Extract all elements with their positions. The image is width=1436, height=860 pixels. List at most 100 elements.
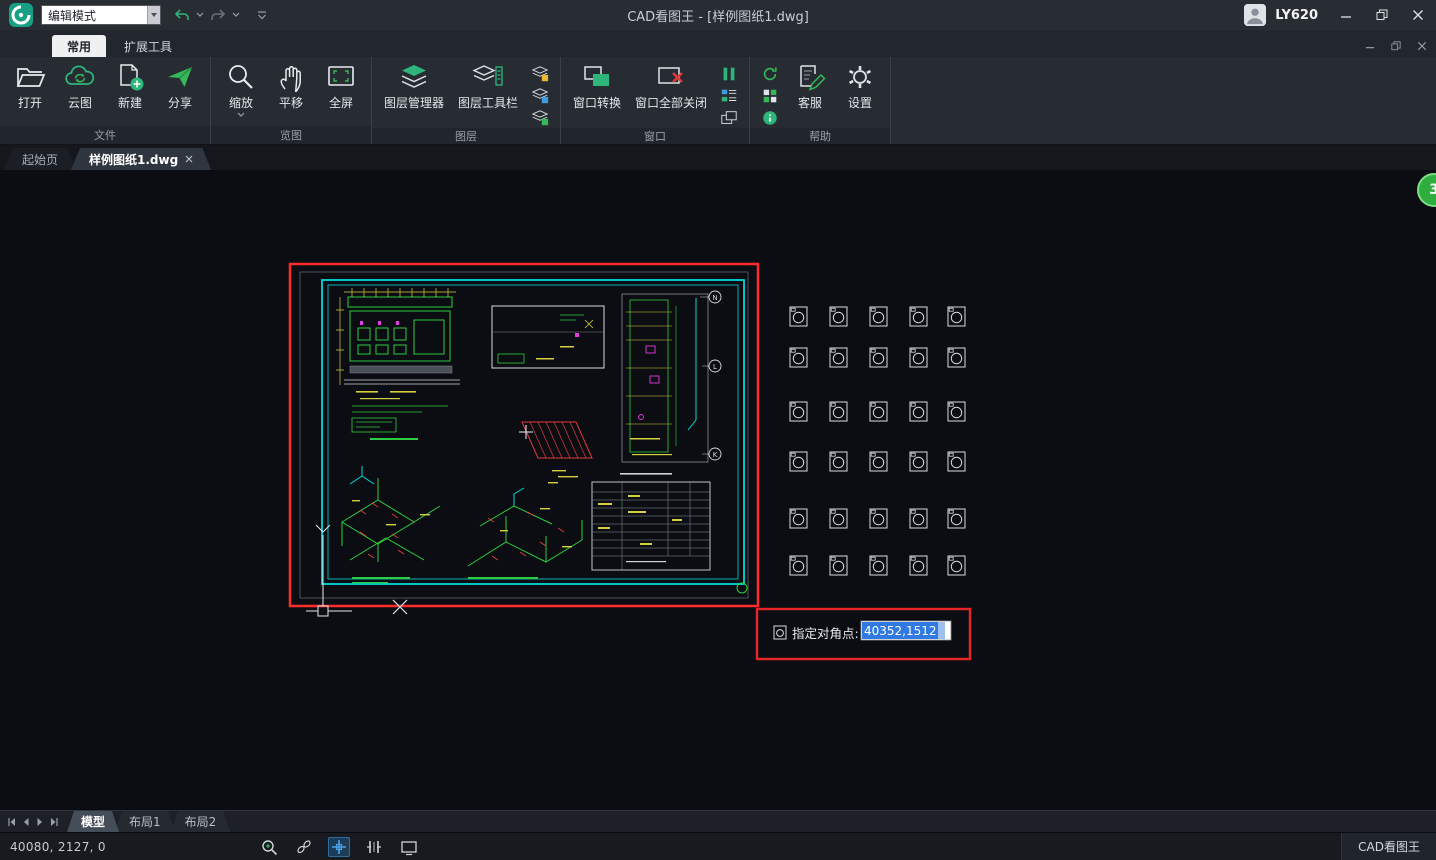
ribbon: 打开 云图 新建 分享 文件: [0, 57, 1436, 145]
fullscreen-button[interactable]: 全屏: [316, 60, 366, 111]
open-folder-icon: [13, 62, 47, 92]
window-small-tools: [714, 60, 744, 128]
chevron-down-icon[interactable]: [237, 112, 245, 117]
redo-button[interactable]: [207, 4, 229, 26]
undo-dropdown-icon[interactable]: [194, 4, 206, 26]
share-icon: [163, 62, 197, 92]
section-block: N L K: [622, 291, 721, 462]
window-vertical-tile-icon[interactable]: [717, 64, 741, 84]
support-doc-icon: [793, 62, 827, 92]
hatch-region: [519, 422, 592, 458]
prev-layout-button[interactable]: [19, 814, 33, 830]
layout-tabbar: 模型 布局1 布局2: [0, 810, 1436, 832]
user-name: LY620: [1275, 8, 1318, 23]
qat-customize-icon[interactable]: [255, 4, 269, 26]
tab-close-icon[interactable]: [185, 155, 193, 163]
layer-toolbar-button[interactable]: 图层工具栏: [451, 60, 525, 111]
ribbon-group-layer: 图层管理器 图层工具栏 图层: [372, 57, 561, 144]
mode-select-arrow[interactable]: [147, 6, 160, 24]
undo-button[interactable]: [171, 4, 193, 26]
minimize-button[interactable]: [1328, 0, 1364, 30]
layout-tab-layout1[interactable]: 布局1: [115, 811, 175, 832]
ribbon-group-label-layer: 图层: [372, 128, 560, 144]
mode-select[interactable]: 编辑模式: [41, 5, 161, 25]
window-title: CAD看图王 - [样例图纸1.dwg]: [627, 6, 809, 25]
layer-freeze-icon[interactable]: [528, 64, 552, 84]
layer-toolbar-icon: [471, 62, 505, 92]
first-layout-button[interactable]: [5, 814, 19, 830]
cloud-sync-icon: [63, 62, 97, 92]
settings-button[interactable]: 设置: [835, 60, 885, 111]
piping-isometric-middle: [468, 470, 582, 579]
ribbon-group-view: 缩放 平移 全屏 览图: [211, 57, 372, 144]
pan-button[interactable]: 平移: [266, 60, 316, 111]
layer-lock-icon[interactable]: [528, 86, 552, 106]
layer-manager-icon: [397, 62, 431, 92]
window-list-icon[interactable]: [717, 86, 741, 106]
customer-service-button[interactable]: 客服: [785, 60, 835, 111]
cad-drawing[interactable]: N L K: [0, 170, 1436, 810]
prompt-label: 指定对角点:: [792, 626, 859, 641]
quick-access-toolbar: [171, 4, 269, 26]
restore-button[interactable]: [1364, 0, 1400, 30]
window-close-all-button[interactable]: 窗口全部关闭: [628, 60, 714, 111]
user-account[interactable]: LY620: [1244, 0, 1318, 30]
svg-text:L: L: [713, 363, 717, 371]
doc-close-icon[interactable]: [1414, 39, 1430, 53]
doc-tab-sample-drawing[interactable]: 样例图纸1.dwg: [71, 148, 211, 170]
refresh-icon[interactable]: [758, 64, 782, 84]
window-cascade-icon[interactable]: [717, 108, 741, 128]
ribbon-group-help: 客服 设置 帮助: [750, 57, 891, 144]
open-button[interactable]: 打开: [5, 60, 55, 111]
titlebar: 编辑模式 CAD看图王 - [样例图纸1.dwg]: [0, 0, 1436, 30]
layer-manager-button[interactable]: 图层管理器: [377, 60, 451, 111]
help-small-tools: [755, 60, 785, 128]
ribbon-group-label-help: 帮助: [750, 128, 890, 144]
apps-grid-icon[interactable]: [758, 86, 782, 106]
ribbon-group-label-view: 览图: [211, 126, 371, 144]
zoom-button[interactable]: 缩放: [216, 60, 266, 117]
elevation-block: [336, 288, 460, 440]
doc-tab-start-page[interactable]: 起始页: [4, 148, 76, 170]
zoom-extent-icon[interactable]: [258, 837, 280, 857]
crosshair: [306, 525, 352, 616]
layout-tabs: 模型 布局1 布局2: [67, 811, 226, 832]
link-scale-icon[interactable]: [293, 837, 315, 857]
ribbon-tab-extended-tools[interactable]: 扩展工具: [109, 35, 187, 57]
layer-on-icon[interactable]: [528, 108, 552, 128]
doc-restore-icon[interactable]: [1388, 39, 1404, 53]
last-layout-button[interactable]: [47, 814, 61, 830]
new-file-button[interactable]: 新建: [105, 60, 155, 111]
drawing-viewport[interactable]: 3: [0, 170, 1436, 810]
cursor-coordinates: 40080, 2127, 0: [10, 840, 200, 854]
share-button[interactable]: 分享: [155, 60, 205, 111]
svg-text:N: N: [712, 294, 717, 302]
statusbar-brand: CAD看图王: [1341, 833, 1436, 860]
redo-dropdown-icon[interactable]: [230, 4, 242, 26]
close-button[interactable]: [1400, 0, 1436, 30]
layout-tab-layout2[interactable]: 布局2: [171, 811, 231, 832]
mode-select-value: 编辑模式: [48, 7, 96, 24]
ribbon-tabrow: 常用 扩展工具: [0, 30, 1436, 57]
window-switch-button[interactable]: 窗口转换: [566, 60, 628, 111]
object-snap-icon[interactable]: [328, 837, 350, 857]
next-layout-button[interactable]: [33, 814, 47, 830]
settings-gear-icon: [843, 62, 877, 92]
prompt-tooltip: 指定对角点: 40352,1512: [757, 609, 970, 659]
split-view-icon[interactable]: [363, 837, 385, 857]
ribbon-group-window: 窗口转换 窗口全部关闭 窗口: [561, 57, 750, 144]
new-file-icon: [113, 62, 147, 92]
drawing-sheet: N L K: [300, 272, 748, 598]
cloud-drawing-button[interactable]: 云图: [55, 60, 105, 111]
ribbon-tab-common[interactable]: 常用: [52, 35, 106, 57]
doc-minimize-icon[interactable]: [1362, 39, 1378, 53]
prompt-input[interactable]: 40352,1512: [861, 621, 951, 640]
screen-capture-icon[interactable]: [398, 837, 420, 857]
schedule-table: [592, 473, 710, 570]
doc-window-controls: [1362, 39, 1430, 53]
layer-small-tools: [525, 60, 555, 128]
ribbon-group-label-window: 窗口: [561, 128, 749, 144]
layout-tab-model[interactable]: 模型: [67, 811, 119, 832]
document-tabbar: 起始页 样例图纸1.dwg: [0, 145, 1436, 170]
info-icon[interactable]: [758, 108, 782, 128]
